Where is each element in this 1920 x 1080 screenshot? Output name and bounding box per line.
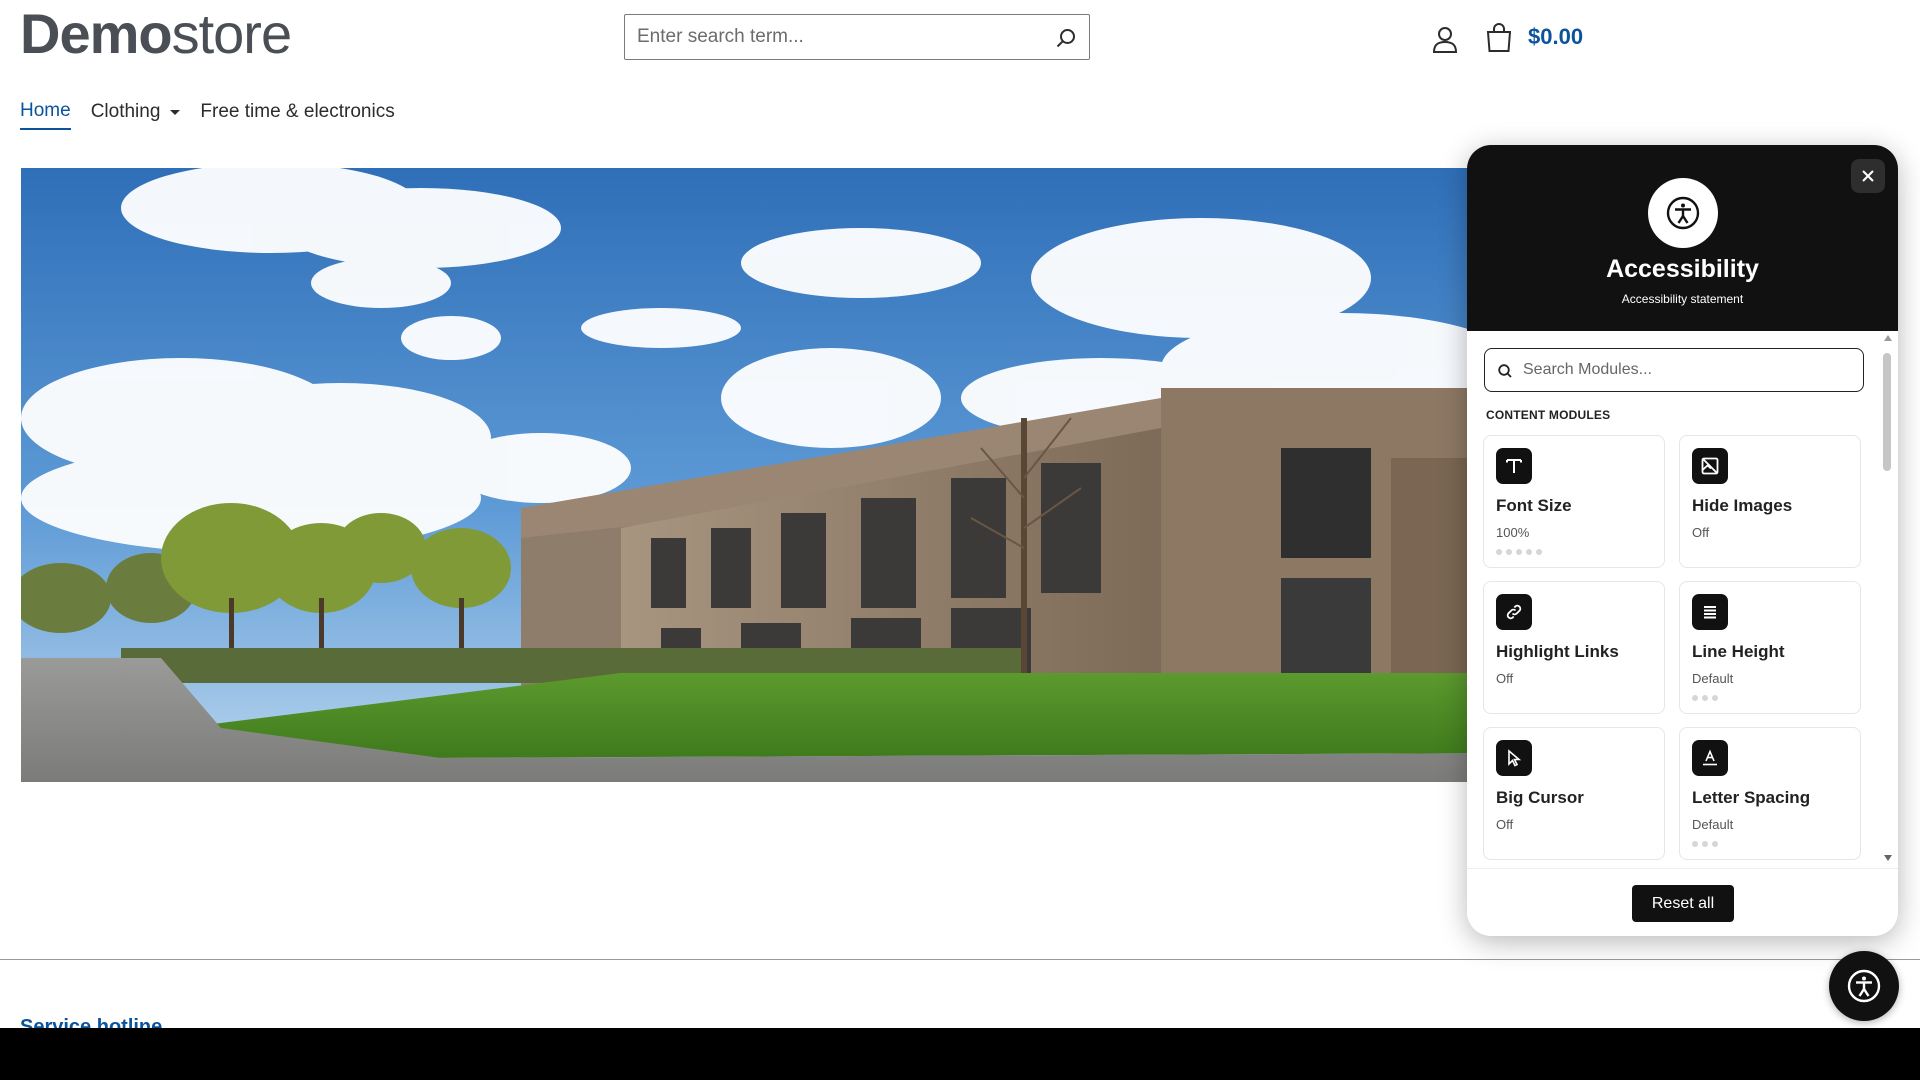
building-photo (21, 168, 1521, 782)
cart-total[interactable]: $0.00 (1528, 24, 1583, 50)
module-big-cursor[interactable]: Big Cursor Off (1483, 727, 1665, 860)
nav-item-home[interactable]: Home (20, 100, 71, 130)
search-button[interactable] (1051, 23, 1081, 53)
close-button[interactable] (1851, 159, 1885, 193)
level-dot (1712, 695, 1718, 701)
search-icon (1056, 29, 1075, 48)
cursor-icon (1508, 749, 1522, 767)
module-title: Hide Images (1692, 496, 1793, 515)
level-dot (1692, 695, 1698, 701)
module-status: Off (1692, 525, 1710, 540)
logo-bold-text: Demo (20, 2, 173, 65)
hero-image[interactable] (21, 168, 1521, 782)
module-title: Line Height (1692, 642, 1785, 661)
bottom-bar (0, 1028, 1920, 1080)
main-navigation: Home Clothing Free time & electronics (20, 100, 415, 130)
account-icon[interactable] (1430, 24, 1460, 54)
nav-item-label: Clothing (90, 101, 161, 122)
module-title: Letter Spacing (1692, 788, 1811, 807)
module-search-box (1484, 348, 1864, 392)
level-dot (1702, 841, 1708, 847)
footer-heading: Service hotline (20, 1016, 163, 1028)
accessibility-icon (1847, 969, 1881, 1003)
chevron-down-icon (170, 109, 181, 115)
accessibility-statement-link[interactable]: Accessibility statement (1467, 292, 1898, 306)
panel-footer-divider (1467, 868, 1898, 869)
lines-icon (1704, 606, 1716, 619)
search-box (624, 14, 1090, 60)
module-hide-images[interactable]: Hide Images Off (1679, 435, 1861, 568)
level-dot (1506, 549, 1512, 555)
panel-scrollbar[interactable] (1882, 335, 1892, 861)
module-icon-box (1496, 448, 1532, 484)
module-title: Highlight Links (1496, 642, 1619, 661)
module-title: Font Size (1496, 496, 1572, 515)
module-font-size[interactable]: Font Size 100% (1483, 435, 1665, 568)
accessibility-panel: Accessibility Accessibility statement CO… (1467, 145, 1898, 936)
section-label: CONTENT MODULES (1486, 408, 1611, 422)
level-dots (1496, 549, 1542, 555)
module-status: 100% (1496, 525, 1530, 540)
module-icon-box (1692, 448, 1728, 484)
level-dot (1516, 549, 1522, 555)
module-status: Off (1496, 671, 1514, 686)
image-off-icon (1701, 457, 1719, 475)
scroll-down-icon[interactable] (1884, 855, 1892, 861)
nav-item-label: Home (20, 100, 71, 121)
module-icon-box (1496, 740, 1532, 776)
store-logo[interactable]: Demostore (20, 2, 292, 65)
module-status: Default (1692, 671, 1734, 686)
nav-item-clothing[interactable]: Clothing (91, 100, 181, 130)
module-highlight-links[interactable]: Highlight Links Off (1483, 581, 1665, 714)
scrollbar-thumb[interactable] (1883, 353, 1891, 471)
link-icon (1506, 604, 1522, 620)
footer-divider (0, 959, 1920, 960)
letter-spacing-icon (1703, 749, 1717, 766)
accessibility-title: Accessibility (1606, 255, 1759, 283)
search-input[interactable] (625, 15, 1035, 59)
cart-icon[interactable] (1484, 22, 1514, 54)
level-dot (1692, 841, 1698, 847)
close-icon (1862, 170, 1874, 182)
module-title: Big Cursor (1496, 788, 1584, 807)
level-dots (1692, 695, 1718, 701)
nav-item-free-time-electronics[interactable]: Free time & electronics (200, 100, 394, 130)
module-letter-spacing[interactable]: Letter Spacing Default (1679, 727, 1861, 860)
accessibility-toggle-button[interactable] (1829, 951, 1899, 1021)
module-icon-box (1496, 594, 1532, 630)
level-dot (1526, 549, 1532, 555)
module-status: Default (1692, 817, 1734, 832)
level-dot (1496, 549, 1502, 555)
reset-all-button[interactable]: Reset all (1632, 885, 1734, 922)
module-status: Off (1496, 817, 1514, 832)
search-icon (1498, 364, 1512, 378)
level-dots (1692, 841, 1718, 847)
scroll-up-icon[interactable] (1884, 335, 1892, 341)
level-dot (1536, 549, 1542, 555)
module-icon-box (1692, 594, 1728, 630)
level-dot (1702, 695, 1708, 701)
module-line-height[interactable]: Line Height Default (1679, 581, 1861, 714)
accessibility-logo (1648, 178, 1718, 248)
module-grid: Font Size 100% Hide Images Off Highlight… (1483, 435, 1863, 860)
logo-light-text: store (171, 2, 292, 65)
module-search-input[interactable] (1521, 349, 1851, 390)
nav-item-label: Free time & electronics (200, 101, 395, 122)
accessibility-icon (1666, 196, 1700, 230)
text-icon (1506, 459, 1522, 473)
level-dot (1712, 841, 1718, 847)
accessibility-panel-header: Accessibility Accessibility statement (1467, 145, 1898, 331)
module-icon-box (1692, 740, 1728, 776)
